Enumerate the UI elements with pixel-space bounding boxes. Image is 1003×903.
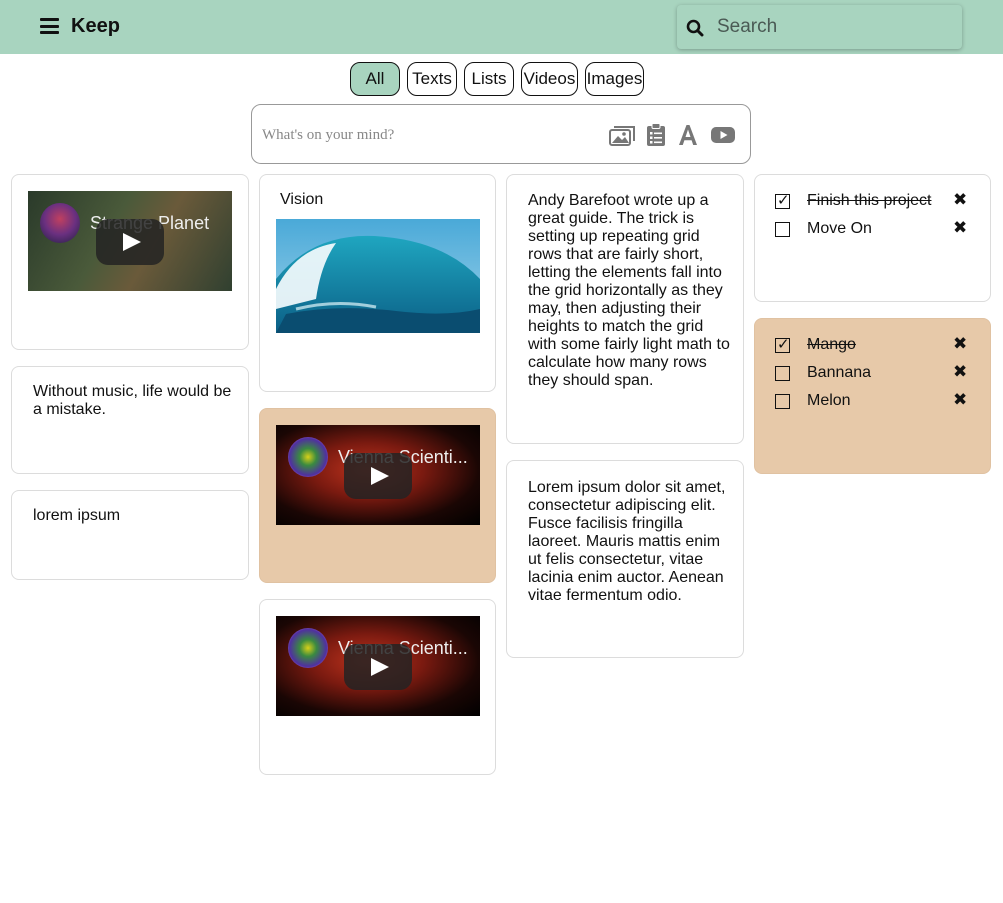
note-text: Without music, life would be a mistake. xyxy=(33,383,232,418)
list-item: Move On ✖ xyxy=(775,218,969,242)
item-label: Melon xyxy=(807,392,851,409)
filter-images[interactable]: Images xyxy=(585,62,644,96)
filter-all[interactable]: All xyxy=(350,62,400,96)
list-item: Finish this project ✖ xyxy=(775,190,969,214)
note-text: Andy Barefoot wrote up a great guide. Th… xyxy=(528,192,730,389)
delete-item-icon[interactable]: ✖ xyxy=(953,218,967,238)
search-box[interactable] xyxy=(677,5,962,49)
item-label: Bannana xyxy=(807,364,872,381)
note-text: lorem ipsum xyxy=(33,507,121,524)
note-title: Vision xyxy=(280,191,324,208)
list-item: Melon ✖ xyxy=(775,390,969,414)
delete-item-icon[interactable]: ✖ xyxy=(953,334,967,354)
video-note-card[interactable]: Vienna Scienti... xyxy=(259,599,496,775)
note-composer xyxy=(251,104,751,164)
list-note-card[interactable]: Mango ✖ Bannana ✖ Melon ✖ xyxy=(754,318,991,474)
filter-videos[interactable]: Videos xyxy=(521,62,578,96)
text-note-card[interactable]: Without music, life would be a mistake. xyxy=(11,366,249,474)
composer-input[interactable] xyxy=(262,123,592,147)
video-thumbnail[interactable]: Strange Planet xyxy=(28,191,232,291)
play-icon[interactable] xyxy=(344,453,412,499)
text-note-card[interactable]: lorem ipsum xyxy=(11,490,249,580)
delete-item-icon[interactable]: ✖ xyxy=(953,362,967,382)
image-icon[interactable] xyxy=(609,123,635,147)
text-note-card[interactable]: Andy Barefoot wrote up a great guide. Th… xyxy=(506,174,744,444)
delete-item-icon[interactable]: ✖ xyxy=(953,390,967,410)
video-note-card[interactable]: Strange Planet xyxy=(11,174,249,350)
item-checkbox[interactable] xyxy=(775,366,790,381)
item-checkbox[interactable] xyxy=(775,222,790,237)
search-input[interactable] xyxy=(717,15,947,39)
search-icon xyxy=(686,19,704,37)
item-label: Move On xyxy=(807,220,872,237)
channel-avatar xyxy=(288,437,328,477)
app-header: Keep xyxy=(0,0,1003,54)
video-note-card[interactable]: Vienna Scienti... xyxy=(259,408,496,583)
image-note-card[interactable]: Vision xyxy=(259,174,496,392)
text-note-card[interactable]: Lorem ipsum dolor sit amet, consectetur … xyxy=(506,460,744,658)
channel-avatar xyxy=(288,628,328,668)
clipboard-list-icon[interactable] xyxy=(646,123,666,147)
filter-lists[interactable]: Lists xyxy=(464,62,514,96)
text-font-icon[interactable] xyxy=(678,123,698,147)
hamburger-menu-icon[interactable] xyxy=(40,18,59,34)
filter-texts[interactable]: Texts xyxy=(407,62,457,96)
app-title: Keep xyxy=(71,15,120,37)
video-thumbnail[interactable]: Vienna Scienti... xyxy=(276,616,480,716)
note-text: Lorem ipsum dolor sit amet, consectetur … xyxy=(528,479,726,604)
item-checkbox[interactable] xyxy=(775,191,790,209)
play-icon[interactable] xyxy=(344,644,412,690)
item-label: Mango xyxy=(807,336,856,353)
channel-avatar xyxy=(40,203,80,243)
list-item: Bannana ✖ xyxy=(775,362,969,386)
wave-image xyxy=(276,219,480,333)
list-note-card[interactable]: Finish this project ✖ Move On ✖ xyxy=(754,174,991,302)
item-checkbox[interactable] xyxy=(775,394,790,409)
youtube-icon[interactable] xyxy=(711,123,735,147)
item-label: Finish this project xyxy=(807,192,932,209)
play-icon[interactable] xyxy=(96,219,164,265)
item-checkbox[interactable] xyxy=(775,335,790,353)
list-item: Mango ✖ xyxy=(775,334,969,358)
video-thumbnail[interactable]: Vienna Scienti... xyxy=(276,425,480,525)
delete-item-icon[interactable]: ✖ xyxy=(953,190,967,210)
